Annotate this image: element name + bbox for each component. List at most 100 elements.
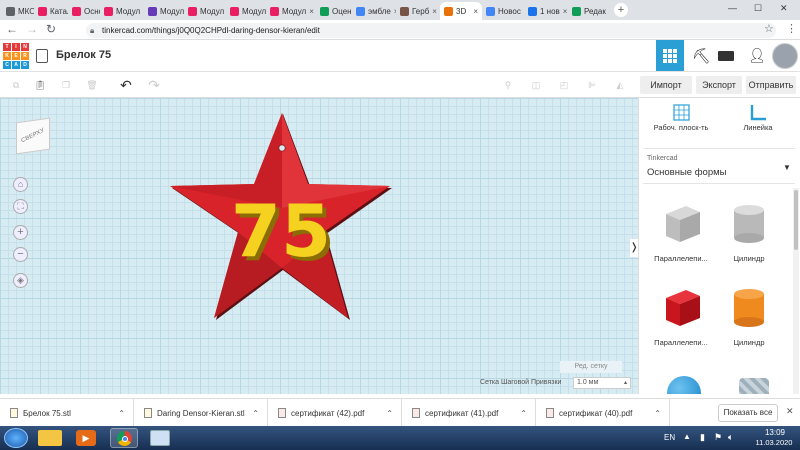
send-button[interactable]: Отправить: [746, 76, 796, 94]
file-icon: [10, 408, 18, 418]
tab-close-icon[interactable]: ×: [563, 7, 568, 16]
show-all-downloads-button[interactable]: Показать все: [718, 404, 778, 422]
shape-item-box-red[interactable]: Параллелепи...: [651, 282, 711, 356]
start-button[interactable]: [4, 428, 28, 448]
browser-tab[interactable]: Редак×: [568, 2, 608, 20]
language-indicator[interactable]: EN: [664, 433, 675, 442]
align-icon[interactable]: ⊫: [584, 76, 600, 94]
back-icon[interactable]: ←: [6, 22, 18, 36]
browser-tab[interactable]: МКОУ×: [2, 2, 34, 20]
paste-icon[interactable]: 📋︎: [32, 76, 48, 94]
explorer-icon[interactable]: [38, 430, 62, 446]
note-icon[interactable]: ◫: [528, 76, 544, 94]
close-window-icon[interactable]: ✕: [780, 3, 788, 14]
zoom-out-icon[interactable]: −: [13, 247, 28, 262]
clock-time[interactable]: 13:09: [760, 428, 790, 437]
3d-view-button[interactable]: [656, 40, 684, 71]
download-item[interactable]: Брелок 75.stl ⌃: [0, 399, 134, 427]
box-red-icon: [651, 282, 711, 334]
chevron-up-icon[interactable]: ⌃: [252, 409, 259, 418]
avatar[interactable]: [772, 43, 798, 69]
design-title[interactable]: Брелок 75: [56, 49, 111, 61]
window-icon[interactable]: [150, 430, 170, 446]
panel-collapse-icon[interactable]: ❭: [630, 239, 638, 257]
snap-grid-select[interactable]: 1.0 мм ▴: [573, 377, 631, 389]
ruler-tool[interactable]: Линейка: [725, 104, 791, 142]
media-player-icon[interactable]: ▶: [76, 430, 96, 446]
browser-tab[interactable]: 1 нов ×: [524, 2, 568, 20]
browser-tab[interactable]: 3D ×: [440, 2, 482, 20]
chevron-up-icon[interactable]: ⌃: [386, 409, 393, 418]
download-item[interactable]: сертификат (40).pdf ⌃: [536, 399, 670, 427]
duplicate-icon[interactable]: ❐: [58, 76, 74, 94]
light-bulb-icon[interactable]: ⚲: [500, 76, 516, 94]
tab-close-icon[interactable]: ×: [309, 7, 314, 16]
browser-tab[interactable]: Оценк×: [316, 2, 352, 20]
tab-close-icon[interactable]: ×: [473, 7, 478, 16]
forward-icon[interactable]: →: [26, 22, 38, 36]
browser-tab[interactable]: Модул×: [226, 2, 266, 20]
tab-close-icon[interactable]: ×: [432, 7, 437, 16]
workplane-tool[interactable]: Рабоч. плоск-ть: [645, 104, 717, 142]
edit-grid-button[interactable]: Ред. сетку: [560, 361, 622, 373]
tab-favicon-icon: [6, 6, 15, 16]
shape-library-select[interactable]: Tinkercad Основные формы ▼: [643, 148, 795, 184]
star-keychain-model[interactable]: 75 75: [160, 108, 400, 328]
import-button[interactable]: Импорт: [640, 76, 692, 94]
shape-item-cyl-gray[interactable]: Цилиндр: [719, 198, 779, 272]
copy-icon[interactable]: ⧉: [8, 76, 24, 94]
tinkercad-logo[interactable]: TIN KER CAD: [3, 43, 29, 69]
minimize-icon[interactable]: —: [728, 3, 737, 13]
shape-item-box-gray[interactable]: Параллелепи...: [651, 198, 711, 272]
browser-tab[interactable]: Новос×: [482, 2, 524, 20]
category-label: Основные формы: [647, 167, 727, 178]
browser-tab[interactable]: Модул×: [266, 2, 316, 20]
workplane[interactable]: СВЕРХУ ⌂ ⛶ + − ◈ 75 75 Ред. сетку Сетка …: [0, 98, 638, 394]
new-tab-icon[interactable]: +: [614, 3, 628, 17]
fit-view-icon[interactable]: ⛶: [13, 199, 28, 214]
add-user-icon[interactable]: 👤︎: [748, 47, 766, 64]
pickaxe-icon[interactable]: ⛏: [692, 47, 711, 65]
menu-dots-icon[interactable]: ⋮: [786, 22, 797, 35]
panel-scrollbar[interactable]: [793, 188, 799, 394]
network-icon[interactable]: ▮: [700, 432, 705, 443]
browser-tab[interactable]: Основ×: [68, 2, 100, 20]
redo-icon[interactable]: ↷: [146, 76, 162, 94]
clock-date[interactable]: 11.03.2020: [752, 438, 796, 447]
sphere-shape-icon[interactable]: [667, 376, 701, 394]
delete-icon[interactable]: 🗑︎: [84, 76, 100, 94]
zoom-in-icon[interactable]: +: [13, 225, 28, 240]
browser-tab[interactable]: Модул×: [100, 2, 144, 20]
download-item[interactable]: сертификат (42).pdf ⌃: [268, 399, 402, 427]
tray-arrow-icon[interactable]: ▲: [683, 432, 691, 441]
chevron-up-icon[interactable]: ⌃: [520, 409, 527, 418]
volume-icon[interactable]: 🔈︎: [728, 432, 733, 443]
url-field[interactable]: 🔒︎ tinkercad.com/things/j0Q0Q2CHPdl-dari…: [86, 23, 776, 38]
view-cube[interactable]: СВЕРХУ: [16, 117, 50, 155]
shape-icon[interactable]: ◰: [556, 76, 572, 94]
chrome-icon[interactable]: [110, 428, 138, 448]
designs-list-icon[interactable]: [36, 49, 48, 63]
close-downloads-icon[interactable]: ✕: [786, 406, 794, 417]
star-bookmark-icon[interactable]: ☆: [764, 22, 774, 35]
browser-tab[interactable]: Модул×: [184, 2, 226, 20]
shape-item-cyl-orange[interactable]: Цилиндр: [719, 282, 779, 356]
lego-brick-icon[interactable]: [718, 51, 734, 61]
undo-icon[interactable]: ↶: [118, 76, 134, 94]
home-view-icon[interactable]: ⌂: [13, 177, 28, 192]
download-item[interactable]: Daring Densor-Kieran.stl ⌃: [134, 399, 268, 427]
download-item[interactable]: сертификат (41).pdf ⌃: [402, 399, 536, 427]
chevron-up-icon[interactable]: ⌃: [118, 409, 125, 418]
export-button[interactable]: Экспорт: [696, 76, 742, 94]
maximize-icon[interactable]: ☐: [754, 3, 762, 14]
browser-tab[interactable]: Герб ×: [396, 2, 440, 20]
browser-tab[interactable]: эмбле×: [352, 2, 396, 20]
flag-icon[interactable]: ⚑: [714, 432, 722, 443]
chevron-up-icon[interactable]: ⌃: [654, 409, 661, 418]
reload-icon[interactable]: ↻: [46, 22, 56, 36]
text-shape-icon[interactable]: [739, 378, 769, 394]
perspective-icon[interactable]: ◈: [13, 273, 28, 288]
browser-tab[interactable]: Катало×: [34, 2, 68, 20]
browser-tab[interactable]: Модул×: [144, 2, 184, 20]
mirror-icon[interactable]: ◭: [612, 76, 628, 94]
